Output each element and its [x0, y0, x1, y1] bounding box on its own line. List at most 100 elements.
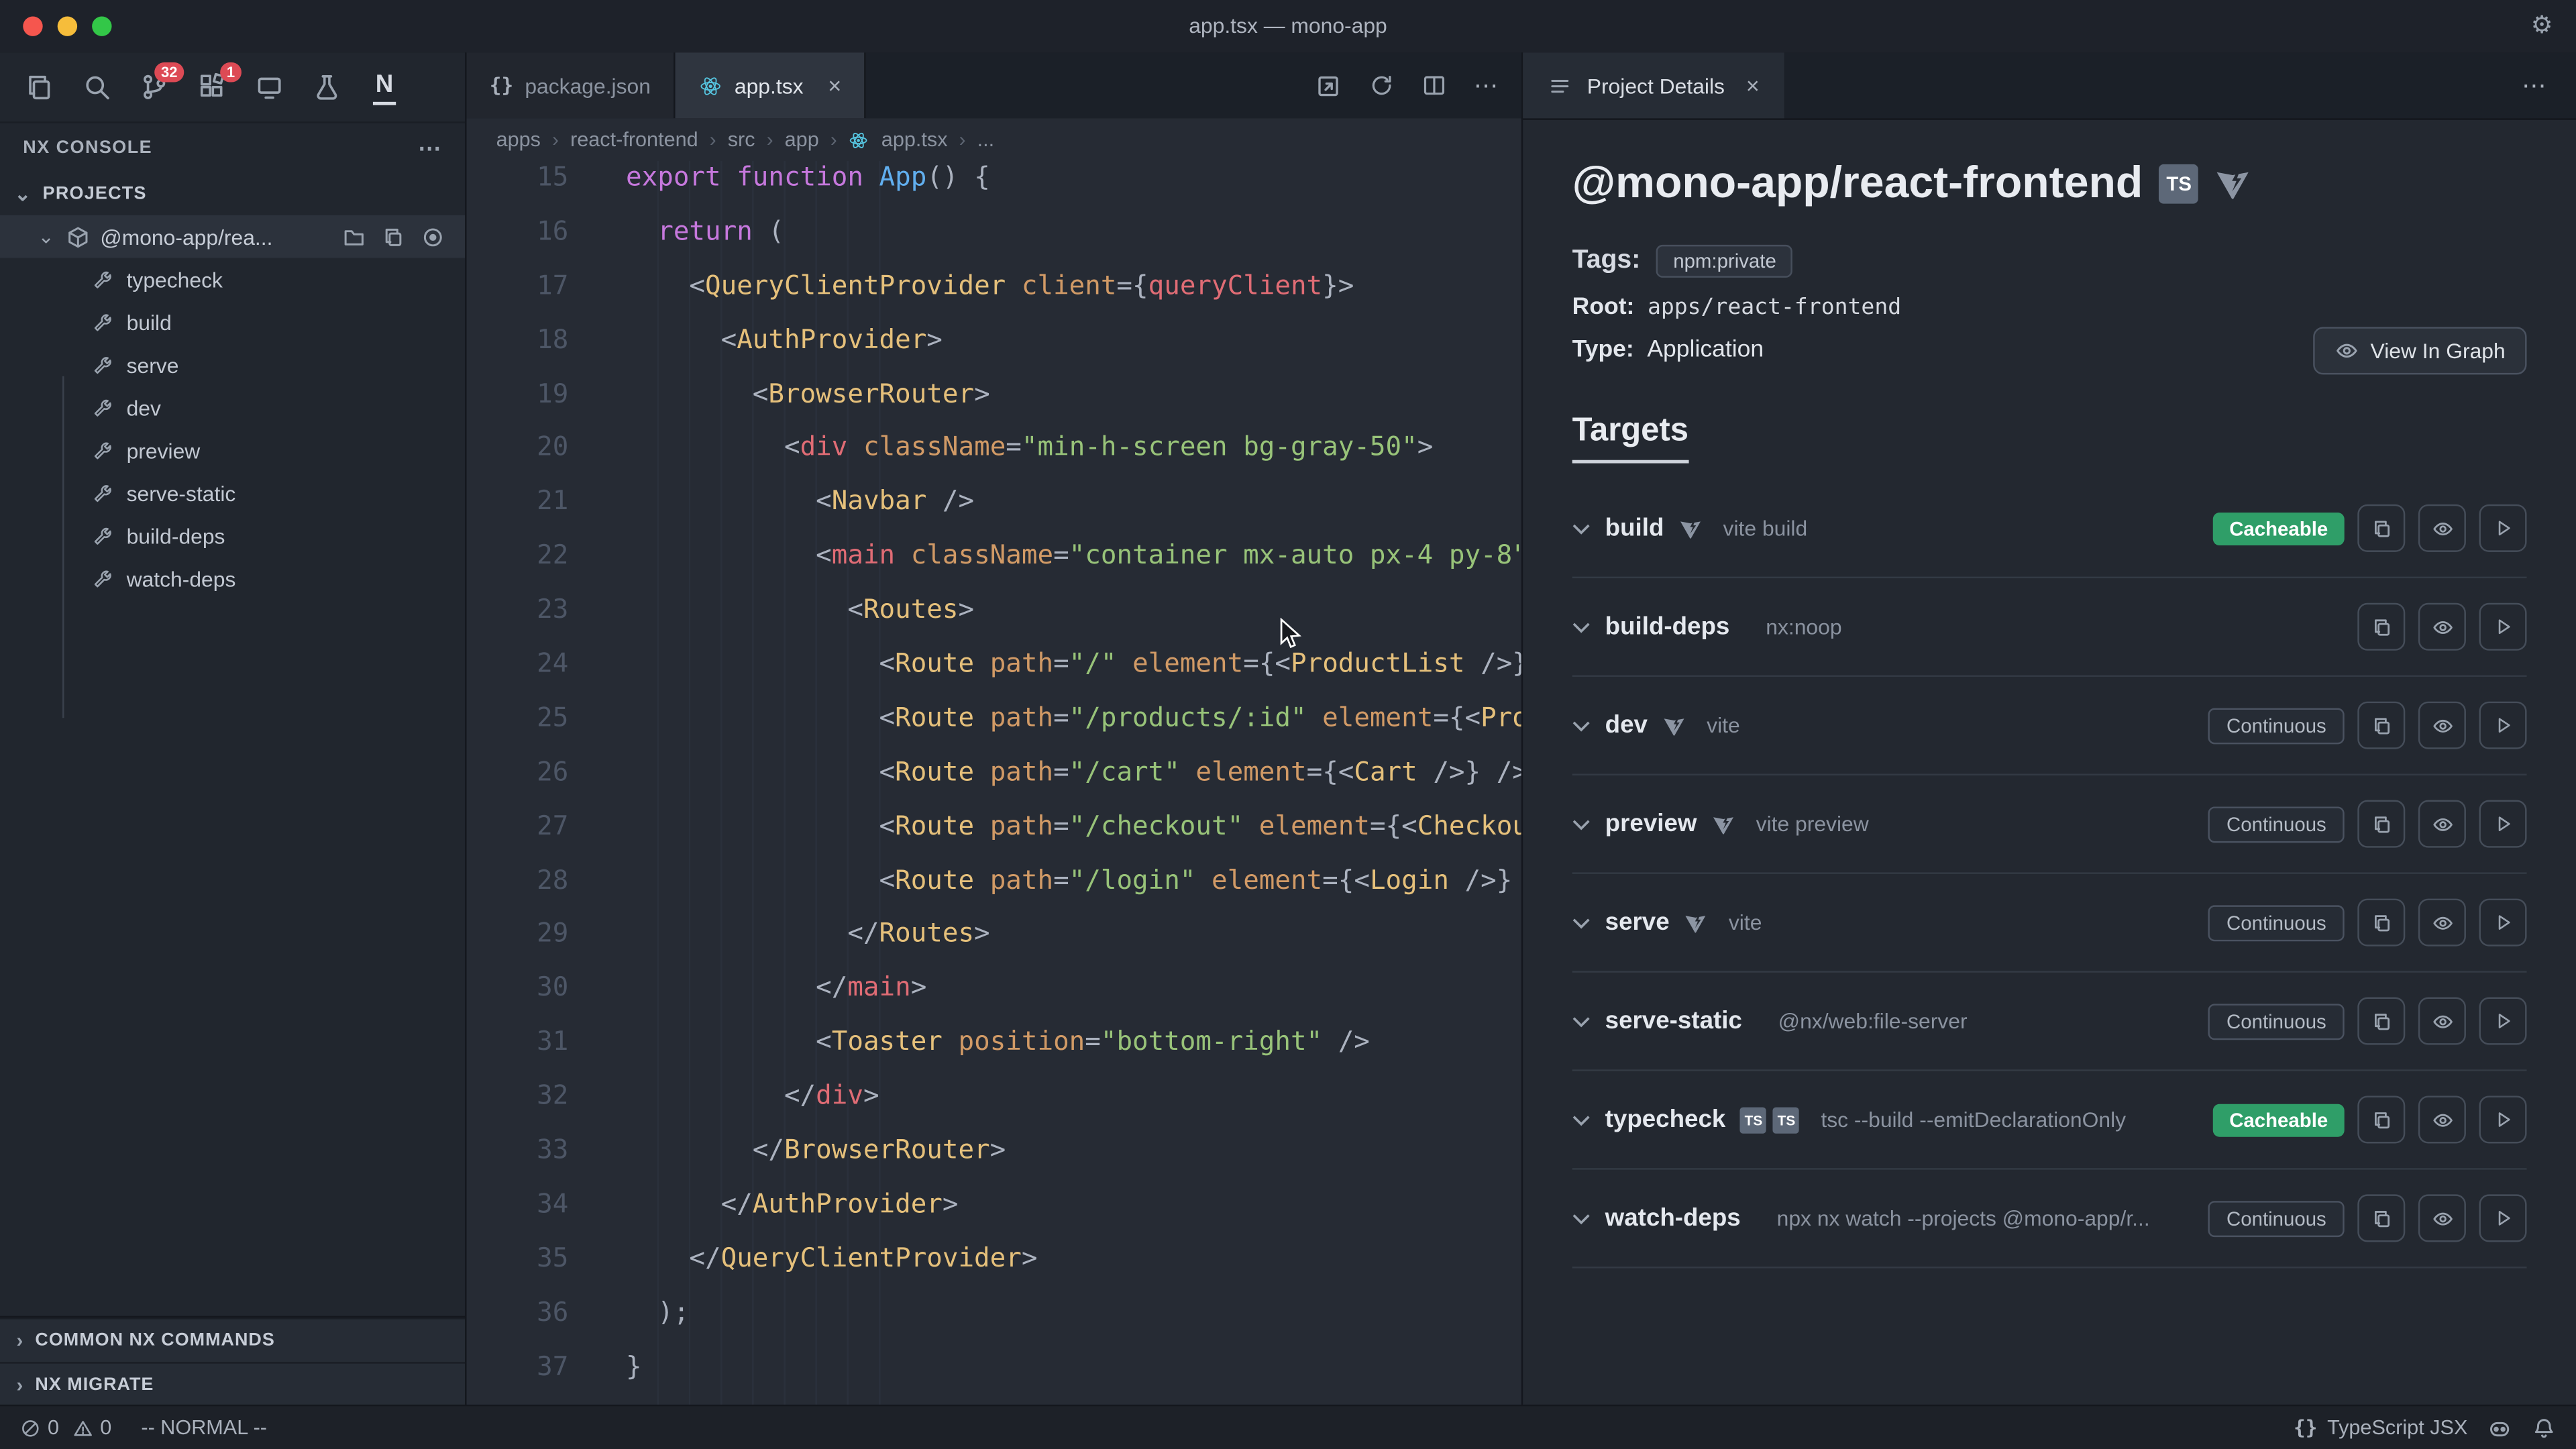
run-task-button[interactable]	[2479, 702, 2527, 749]
code-line[interactable]: 31 <Toaster position="bottom-right" />	[467, 1016, 1521, 1070]
code-line[interactable]: 16 return (	[467, 205, 1521, 260]
run-task-button[interactable]	[2479, 603, 2527, 651]
chevron-down-icon[interactable]	[1572, 620, 1591, 633]
view-task-button[interactable]	[2418, 1095, 2466, 1143]
code-line[interactable]: 35 </QueryClientProvider>	[467, 1232, 1521, 1286]
chevron-down-icon[interactable]	[1572, 1014, 1591, 1028]
code-line[interactable]: 28 <Route path="/login" element={<Login …	[467, 853, 1521, 908]
close-tab-icon[interactable]: ×	[828, 72, 841, 99]
view-task-button[interactable]	[2418, 800, 2466, 848]
target-name[interactable]: watch-deps	[1605, 1204, 1741, 1232]
code-line[interactable]: 21 <Navbar />	[467, 476, 1521, 530]
problems-indicator[interactable]: 0 0	[19, 1416, 111, 1439]
run-task-button[interactable]	[2479, 1194, 2527, 1242]
code-line[interactable]: 36 );	[467, 1286, 1521, 1340]
sidebar-target-item[interactable]: dev	[0, 386, 465, 429]
tab-package-json[interactable]: {} package.json	[467, 52, 676, 118]
target-icon[interactable]	[421, 224, 445, 249]
code-line[interactable]: 30 </main>	[467, 962, 1521, 1016]
code-line[interactable]: 22 <main className="container mx-auto px…	[467, 529, 1521, 584]
close-tab-icon[interactable]: ×	[1746, 72, 1760, 99]
code-line[interactable]: 25 <Route path="/products/:id" element={…	[467, 692, 1521, 746]
view-task-button[interactable]	[2418, 899, 2466, 947]
view-task-button[interactable]	[2418, 702, 2466, 749]
sidebar-target-item[interactable]: serve	[0, 343, 465, 386]
more-actions-icon[interactable]: ⋯	[1474, 70, 1499, 100]
chevron-down-icon[interactable]	[1572, 522, 1591, 535]
view-task-button[interactable]	[2418, 1194, 2466, 1242]
copy-task-button[interactable]	[2357, 899, 2405, 947]
nx-console-icon[interactable]: N	[368, 70, 401, 103]
copilot-icon[interactable]	[2487, 1415, 2512, 1440]
sidebar-target-item[interactable]: watch-deps	[0, 557, 465, 600]
code-line[interactable]: 29 </Routes>	[467, 908, 1521, 962]
split-editor-icon[interactable]	[1421, 72, 1447, 99]
tab-project-details[interactable]: Project Details ×	[1523, 52, 1784, 118]
breadcrumb-item[interactable]: react-frontend	[570, 128, 698, 151]
code-line[interactable]: 34 </AuthProvider>	[467, 1178, 1521, 1232]
target-name[interactable]: serve	[1605, 908, 1670, 936]
sidebar-target-item[interactable]: typecheck	[0, 258, 465, 301]
run-task-button[interactable]	[2479, 998, 2527, 1045]
code-line[interactable]: 20 <div className="min-h-screen bg-gray-…	[467, 421, 1521, 476]
open-editors-icon[interactable]	[1314, 72, 1342, 100]
target-name[interactable]: build-deps	[1605, 612, 1730, 641]
copy-task-button[interactable]	[2357, 1095, 2405, 1143]
view-in-graph-button[interactable]: View In Graph	[2313, 327, 2527, 374]
breadcrumb-item[interactable]: app.tsx	[881, 128, 948, 151]
chevron-down-icon[interactable]	[1572, 718, 1591, 732]
explorer-icon[interactable]	[23, 70, 56, 103]
more-actions-icon[interactable]: ⋯	[2522, 70, 2576, 100]
run-task-button[interactable]	[2479, 504, 2527, 552]
tree-section-projects[interactable]: ⌄ PROJECTS	[0, 172, 465, 215]
run-task-button[interactable]	[2479, 1095, 2527, 1143]
code-line[interactable]: 27 <Route path="/checkout" element={<Che…	[467, 800, 1521, 854]
code-line[interactable]: 23 <Routes>	[467, 584, 1521, 638]
run-task-button[interactable]	[2479, 899, 2527, 947]
view-task-button[interactable]	[2418, 603, 2466, 651]
source-control-icon[interactable]: 32	[138, 70, 171, 103]
section-nx-migrate[interactable]: › NX MIGRATE	[0, 1362, 465, 1406]
sidebar-target-item[interactable]: build	[0, 301, 465, 343]
panel-more-icon[interactable]: ⋯	[418, 134, 442, 162]
code-line[interactable]: 15export function App() {	[467, 161, 1521, 205]
code-line[interactable]: 32 </div>	[467, 1070, 1521, 1124]
code-editor[interactable]: 15export function App() {16 return (17 <…	[467, 161, 1521, 1406]
breadcrumb-item[interactable]: src	[728, 128, 755, 151]
code-line[interactable]: 24 <Route path="/" element={<ProductList…	[467, 637, 1521, 692]
folder-icon[interactable]	[341, 224, 366, 249]
settings-gear-icon[interactable]: ⚙	[2531, 10, 2553, 40]
breadcrumb-item[interactable]: apps	[496, 128, 541, 151]
target-name[interactable]: build	[1605, 515, 1664, 543]
target-name[interactable]: preview	[1605, 810, 1697, 838]
refresh-icon[interactable]	[1368, 72, 1395, 99]
testing-beaker-icon[interactable]	[311, 70, 343, 103]
vim-mode-indicator[interactable]: -- NORMAL --	[141, 1416, 267, 1439]
chevron-down-icon[interactable]	[1572, 916, 1591, 929]
sidebar-target-item[interactable]: preview	[0, 429, 465, 472]
code-line[interactable]: 17 <QueryClientProvider client={queryCli…	[467, 259, 1521, 313]
chevron-down-icon[interactable]	[1572, 817, 1591, 830]
copy-task-button[interactable]	[2357, 998, 2405, 1045]
breadcrumb-item[interactable]: ...	[977, 128, 995, 151]
notifications-bell-icon[interactable]	[2532, 1415, 2557, 1440]
code-line[interactable]: 33 </BrowserRouter>	[467, 1124, 1521, 1178]
language-mode-indicator[interactable]: {} TypeScript JSX	[2294, 1416, 2467, 1439]
section-common-nx-commands[interactable]: › COMMON NX COMMANDS	[0, 1318, 465, 1362]
run-task-button[interactable]	[2479, 800, 2527, 848]
copy-task-button[interactable]	[2357, 702, 2405, 749]
code-line[interactable]: 19 <BrowserRouter>	[467, 368, 1521, 422]
view-task-button[interactable]	[2418, 504, 2466, 552]
sidebar-target-item[interactable]: serve-static	[0, 472, 465, 515]
copy-task-button[interactable]	[2357, 1194, 2405, 1242]
chevron-down-icon[interactable]	[1572, 1113, 1591, 1126]
search-icon[interactable]	[80, 70, 113, 103]
code-line[interactable]: 26 <Route path="/cart" element={<Cart />…	[467, 745, 1521, 800]
target-name[interactable]: dev	[1605, 711, 1648, 739]
copy-task-button[interactable]	[2357, 504, 2405, 552]
chevron-down-icon[interactable]	[1572, 1212, 1591, 1225]
tab-app-tsx[interactable]: app.tsx ×	[676, 52, 866, 118]
copy-task-button[interactable]	[2357, 603, 2405, 651]
copy-task-button[interactable]	[2357, 800, 2405, 848]
target-name[interactable]: typecheck	[1605, 1106, 1726, 1134]
